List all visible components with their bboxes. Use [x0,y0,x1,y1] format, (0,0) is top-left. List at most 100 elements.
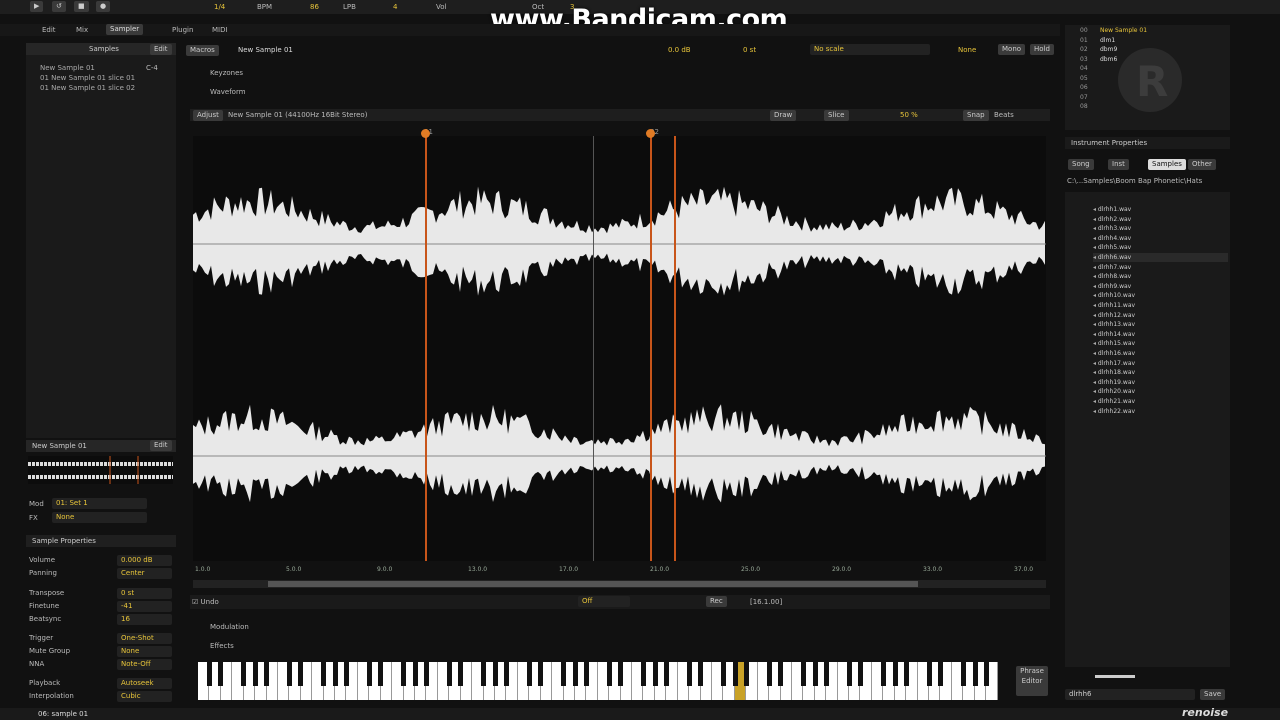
tab-edit[interactable]: Edit [42,25,56,35]
black-key[interactable] [812,662,818,686]
black-key[interactable] [286,662,292,686]
black-key[interactable] [332,662,338,686]
property-tab-samples[interactable]: Samples [1148,159,1186,170]
black-key[interactable] [412,662,418,686]
file-item[interactable]: dlrhh16.wav [1093,349,1135,358]
black-key[interactable] [481,662,487,686]
zoom-value[interactable]: 50 % [900,110,918,120]
black-key[interactable] [824,662,830,686]
black-key[interactable] [252,662,258,686]
black-key[interactable] [652,662,658,686]
file-item[interactable]: dlrhh15.wav [1093,339,1135,348]
black-key[interactable] [492,662,498,686]
black-key[interactable] [526,662,532,686]
file-item[interactable]: dlrhh20.wav [1093,387,1135,396]
scale-select[interactable]: No scale [810,44,930,55]
black-key[interactable] [972,662,978,686]
property-tab-inst[interactable]: Inst [1108,159,1129,170]
sample-item-0[interactable]: New Sample 01 [40,63,95,73]
black-key[interactable] [241,662,247,686]
black-key[interactable] [846,662,852,686]
transpose-st[interactable]: 0 st [743,45,756,55]
black-key[interactable] [732,662,738,686]
black-key[interactable] [538,662,544,686]
bpm-value[interactable]: 86 [310,2,319,12]
black-key[interactable] [504,662,510,686]
fx-select[interactable]: None [52,512,147,523]
keyzones-section[interactable]: Keyzones [210,68,243,78]
black-key[interactable] [938,662,944,686]
file-item[interactable]: dlrhh7.wav [1093,263,1131,272]
prop-value-9[interactable]: Cubic [117,691,172,702]
stop-button[interactable]: ■ [74,1,89,12]
mono-button[interactable]: Mono [998,44,1026,55]
black-key[interactable] [926,662,932,686]
prop-value-7[interactable]: Note-Off [117,659,172,670]
property-tab-other[interactable]: Other [1188,159,1216,170]
file-item[interactable]: dlrhh5.wav [1093,243,1131,252]
file-item[interactable]: dlrhh21.wav [1093,397,1135,406]
black-key[interactable] [778,662,784,686]
black-key[interactable] [561,662,567,686]
property-tab-song[interactable]: Song [1068,159,1094,170]
record-button[interactable]: ● [96,1,111,12]
black-key[interactable] [378,662,384,686]
instrument-item-3[interactable]: dbm6 [1100,55,1117,65]
tab-plugin[interactable]: Plugin [172,25,193,35]
lpb-value[interactable]: 4 [393,2,397,12]
black-key[interactable] [881,662,887,686]
undo-checkbox[interactable]: ☑ Undo [192,597,219,607]
black-key[interactable] [401,662,407,686]
black-key[interactable] [961,662,967,686]
file-item[interactable]: dlrhh18.wav [1093,368,1135,377]
file-item[interactable]: dlrhh11.wav [1093,301,1135,310]
loop-button[interactable]: ↺ [52,1,66,12]
filename-input[interactable]: dlrhh6 [1065,689,1195,700]
macros-button[interactable]: Macros [186,45,219,56]
prop-value-3[interactable]: -41 [117,601,172,612]
loop-mode-select[interactable]: Off [578,596,630,607]
black-key[interactable] [801,662,807,686]
black-key[interactable] [264,662,270,686]
prop-value-2[interactable]: 0 st [117,588,172,599]
tab-mix[interactable]: Mix [76,25,88,35]
prop-value-6[interactable]: None [117,646,172,657]
selected-edit-button[interactable]: Edit [150,440,172,451]
key-select[interactable]: None [958,45,976,55]
instrument-item-2[interactable]: dbm9 [1100,45,1117,55]
file-item[interactable]: dlrhh6.wav [1093,253,1228,262]
sample-item-1[interactable]: 01 New Sample 01 slice 01 [40,73,135,83]
black-key[interactable] [686,662,692,686]
piano-keyboard[interactable] [198,662,998,700]
black-key[interactable] [424,662,430,686]
file-item[interactable]: dlrhh14.wav [1093,330,1135,339]
prop-value-0[interactable]: 0.000 dB [117,555,172,566]
black-key[interactable] [572,662,578,686]
file-item[interactable]: dlrhh17.wav [1093,359,1135,368]
black-key[interactable] [206,662,212,686]
adjust-button[interactable]: Adjust [193,110,223,121]
black-key[interactable] [892,662,898,686]
file-item[interactable]: dlrhh4.wav [1093,234,1131,243]
black-key[interactable] [298,662,304,686]
black-key[interactable] [744,662,750,686]
hold-button[interactable]: Hold [1030,44,1054,55]
play-button[interactable]: ▶ [30,1,44,12]
slice-button[interactable]: Slice [824,110,849,121]
black-key[interactable] [904,662,910,686]
prop-value-8[interactable]: Autoseek [117,678,172,689]
snap-button[interactable]: Snap [963,110,989,121]
preview-volume-slider[interactable] [1095,675,1135,678]
black-key[interactable] [698,662,704,686]
modulation-section[interactable]: Modulation [210,622,249,632]
black-key[interactable] [618,662,624,686]
volume-db[interactable]: 0.0 dB [668,45,691,55]
effects-section[interactable]: Effects [210,641,234,651]
file-item[interactable]: dlrhh8.wav [1093,272,1131,281]
snap-mode[interactable]: Beats [994,110,1014,120]
file-item[interactable]: dlrhh22.wav [1093,407,1135,416]
file-item[interactable]: dlrhh10.wav [1093,291,1135,300]
file-item[interactable]: dlrhh12.wav [1093,311,1135,320]
slice-marker-02[interactable] [646,129,655,561]
black-key[interactable] [766,662,772,686]
